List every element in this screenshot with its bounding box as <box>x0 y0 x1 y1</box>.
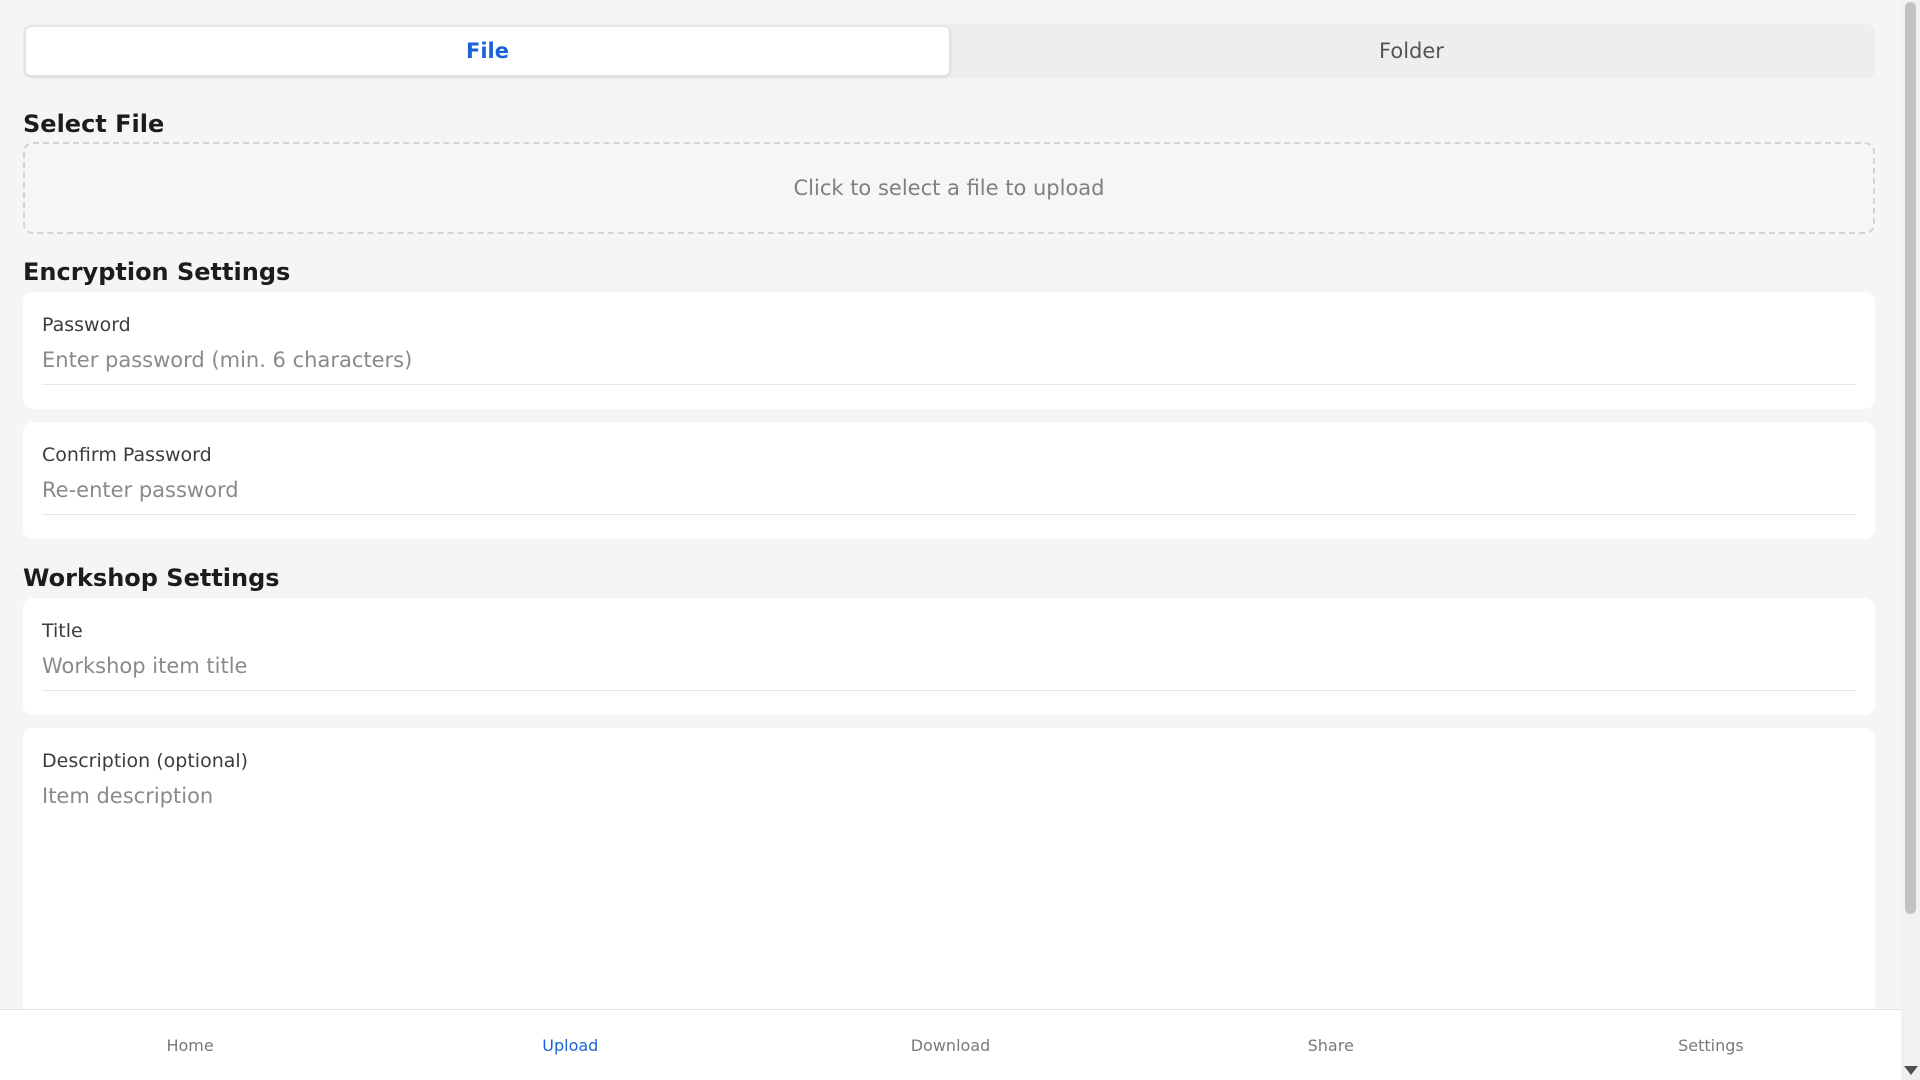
title-card: Title <box>23 598 1875 715</box>
workshop-settings-heading: Workshop Settings <box>23 564 280 592</box>
scroll-down-arrow-icon[interactable] <box>1904 1066 1918 1075</box>
confirm-password-card: Confirm Password <box>23 422 1875 539</box>
nav-download[interactable]: Download <box>760 1010 1140 1080</box>
vertical-scrollbar[interactable] <box>1901 0 1920 1080</box>
file-dropzone[interactable]: Click to select a file to upload <box>23 142 1875 234</box>
password-card: Password <box>23 292 1875 409</box>
upload-screen: File Folder Select File Click to select … <box>0 0 1901 1080</box>
title-input[interactable] <box>42 642 1856 691</box>
nav-home[interactable]: Home <box>0 1010 380 1080</box>
confirm-password-label: Confirm Password <box>42 444 212 466</box>
nav-upload[interactable]: Upload <box>380 1010 760 1080</box>
nav-share[interactable]: Share <box>1141 1010 1521 1080</box>
tab-file[interactable]: File <box>25 26 950 76</box>
upload-content: File Folder Select File Click to select … <box>23 24 1875 1058</box>
upload-type-toggle: File Folder <box>23 24 1875 78</box>
password-input[interactable] <box>42 336 1856 385</box>
password-label: Password <box>42 314 131 336</box>
confirm-password-input[interactable] <box>42 466 1856 515</box>
bottom-navigation: Home Upload Download Share Settings <box>0 1009 1901 1080</box>
encryption-settings-heading: Encryption Settings <box>23 258 291 286</box>
select-file-heading: Select File <box>23 110 165 138</box>
description-label: Description (optional) <box>42 750 249 772</box>
scrollbar-thumb[interactable] <box>1905 2 1916 914</box>
title-label: Title <box>42 620 83 642</box>
nav-settings[interactable]: Settings <box>1521 1010 1901 1080</box>
description-textarea[interactable] <box>42 772 1856 1012</box>
dropzone-text: Click to select a file to upload <box>793 176 1105 200</box>
tab-folder[interactable]: Folder <box>950 26 1873 76</box>
